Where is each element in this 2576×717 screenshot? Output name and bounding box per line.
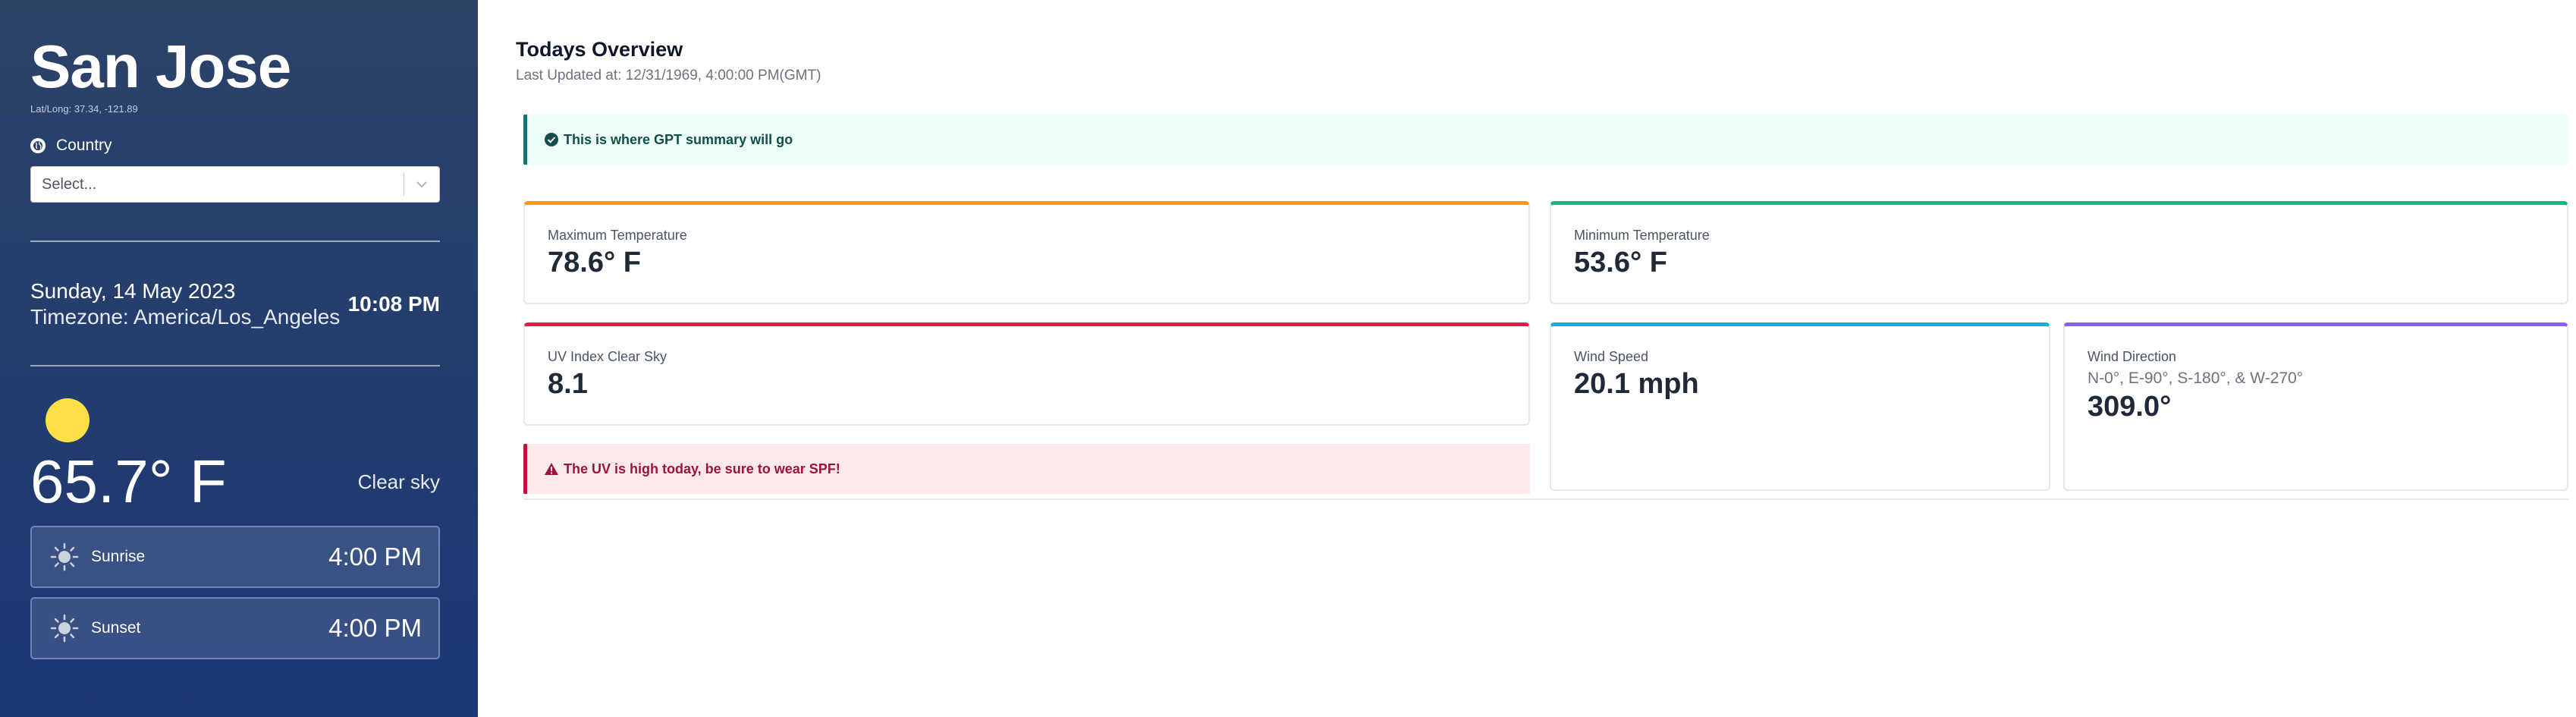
date-timezone: Sunday, 14 May 2023 Timezone: America/Lo… — [30, 278, 340, 330]
app: San Jose Lat/Long: 37.34, -121.89 Countr… — [0, 0, 2576, 717]
divider — [523, 498, 2568, 500]
card-label: Maximum Temperature — [548, 228, 687, 243]
sunrise-card: Sunrise 4:00 PM — [30, 526, 440, 588]
country-select[interactable]: Select... — [30, 166, 440, 203]
sunset-time: 4:00 PM — [328, 614, 422, 642]
card-value: 53.6° F — [1574, 247, 1667, 278]
wind-speed-card: Wind Speed 20.1 mph — [1550, 322, 2050, 491]
sunset-card: Sunset 4:00 PM — [30, 597, 440, 659]
summary-alert: This is where GPT summary will go — [523, 115, 2568, 165]
sun-icon — [50, 542, 79, 571]
divider — [30, 365, 440, 366]
city-name: San Jose — [30, 33, 291, 100]
sun-icon — [46, 398, 90, 442]
timezone: Timezone: America/Los_Angeles — [30, 305, 341, 329]
sunset-label: Sunset — [91, 619, 141, 637]
current-date: Sunday, 14 May 2023 — [30, 279, 236, 303]
divider — [30, 241, 440, 242]
last-updated: Last Updated at: 12/31/1969, 4:00:00 PM(… — [516, 68, 821, 83]
sun-icon — [50, 614, 79, 643]
sunrise-time: 4:00 PM — [328, 542, 422, 571]
card-label: Minimum Temperature — [1574, 228, 1710, 243]
weather-condition: Clear sky — [357, 470, 440, 493]
current-time: 10:08 PM — [347, 292, 440, 316]
warning-triangle-icon — [544, 462, 559, 476]
current-temperature: 65.7° F — [30, 448, 227, 515]
uv-warning-wrap: The UV is high today, be sure to wear SP… — [523, 430, 1530, 494]
sidebar: San Jose Lat/Long: 37.34, -121.89 Countr… — [0, 0, 478, 717]
card-label: UV Index Clear Sky — [548, 349, 668, 364]
main-content: Todays Overview Last Updated at: 12/31/1… — [478, 0, 2576, 717]
country-label-row: Country — [30, 134, 440, 157]
card-value: 8.1 — [548, 368, 588, 400]
check-circle-icon — [544, 132, 559, 147]
country-label: Country — [56, 137, 112, 154]
uv-index-card: UV Index Clear Sky 8.1 — [523, 322, 1530, 426]
card-label: Wind Direction — [2088, 349, 2177, 364]
country-select-placeholder: Select... — [42, 175, 97, 193]
datetime-block: Sunday, 14 May 2023 Timezone: America/Lo… — [30, 278, 440, 330]
chevron-down-icon[interactable] — [404, 181, 439, 188]
current-weather: 65.7° F Clear sky — [30, 445, 440, 518]
min-temperature-card: Minimum Temperature 53.6° F — [1550, 201, 2568, 304]
card-label: Wind Speed — [1574, 349, 1649, 364]
card-value: 309.0° — [2088, 391, 2172, 423]
max-temperature-card: Maximum Temperature 78.6° F — [523, 201, 1530, 304]
uv-warning-alert: The UV is high today, be sure to wear SP… — [523, 444, 1530, 494]
page-title: Todays Overview — [516, 38, 683, 61]
card-sublabel: N-0°, E-90°, S-180°, & W-270° — [2088, 370, 2304, 387]
globe-icon — [30, 138, 46, 153]
lat-long: Lat/Long: 37.34, -121.89 — [30, 103, 138, 115]
summary-text: This is where GPT summary will go — [564, 131, 793, 147]
card-value: 78.6° F — [548, 247, 641, 278]
sunrise-label: Sunrise — [91, 548, 146, 565]
uv-warning-text: The UV is high today, be sure to wear SP… — [564, 461, 840, 476]
wind-direction-card: Wind Direction N-0°, E-90°, S-180°, & W-… — [2063, 322, 2568, 491]
card-value: 20.1 mph — [1574, 368, 1699, 400]
